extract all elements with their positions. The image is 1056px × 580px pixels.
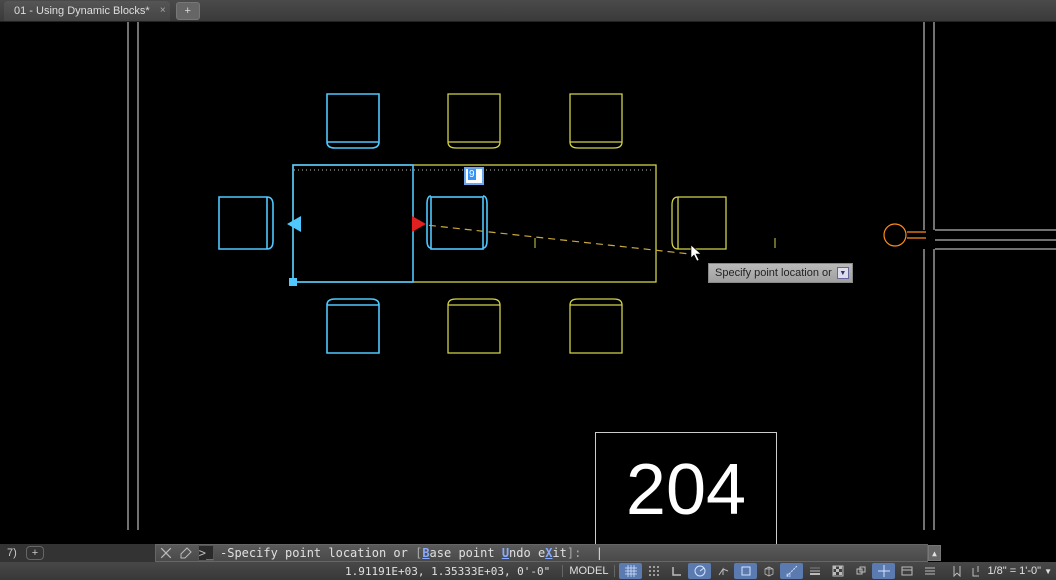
annotation-visibility-icon[interactable] xyxy=(968,565,984,577)
annotation-scale-value[interactable]: 1/8" = 1'-0" xyxy=(987,565,1041,577)
transparency-toggle-icon[interactable] xyxy=(826,563,849,579)
annotation-scale-icon[interactable] xyxy=(949,565,965,577)
scroll-up-icon[interactable]: ▴ xyxy=(928,545,941,561)
customize-icon[interactable] xyxy=(178,545,194,561)
close-panel-icon[interactable] xyxy=(158,545,174,561)
room-number-label: 204 xyxy=(595,432,777,547)
quick-properties-icon[interactable] xyxy=(895,563,918,579)
polar-toggle-icon[interactable] xyxy=(688,563,711,579)
snap-toggle-icon[interactable] xyxy=(642,563,665,579)
command-prompt-icon: >_ xyxy=(198,545,214,561)
model-space-button[interactable]: MODEL xyxy=(562,565,615,577)
3dosnap-toggle-icon[interactable] xyxy=(757,563,780,579)
layout-tab-7[interactable]: 7) xyxy=(4,547,20,559)
close-icon[interactable]: × xyxy=(160,5,166,16)
tab-bar: 01 - Using Dynamic Blocks* × + xyxy=(0,0,1056,22)
coordinate-readout: 1.91191E+03, 1.35333E+03, 0'-0" xyxy=(345,565,550,578)
document-tab[interactable]: 01 - Using Dynamic Blocks* × xyxy=(4,1,170,21)
customize-status-icon[interactable] xyxy=(918,563,941,579)
status-toggle-group xyxy=(619,563,941,579)
dynamic-input-toggle-icon[interactable] xyxy=(872,563,895,579)
tab-label: 01 - Using Dynamic Blocks* xyxy=(14,5,150,17)
add-layout-button[interactable]: + xyxy=(26,546,44,560)
dynamic-input[interactable]: 9 xyxy=(466,169,482,183)
status-right-group: 1/8" = 1'-0" ▼ xyxy=(949,565,1052,577)
command-line[interactable]: >_ -Specify point location or [Base poin… xyxy=(155,544,928,562)
command-text: -Specify point location or [Base point U… xyxy=(220,546,603,560)
drawing-canvas[interactable]: 9 Specify point location or ▼ 204 xyxy=(0,22,1056,530)
tooltip-text: Specify point location or xyxy=(715,267,832,279)
dropdown-icon[interactable]: ▼ xyxy=(1044,567,1052,576)
osnap-toggle-icon[interactable] xyxy=(734,563,757,579)
lineweight-toggle-icon[interactable] xyxy=(803,563,826,579)
ortho-toggle-icon[interactable] xyxy=(665,563,688,579)
isodraft-toggle-icon[interactable] xyxy=(711,563,734,579)
cursor-icon xyxy=(690,244,704,262)
status-bar: 1.91191E+03, 1.35333E+03, 0'-0" MODEL 1/… xyxy=(0,562,1056,580)
add-tab-button[interactable]: + xyxy=(176,2,200,20)
dropdown-icon[interactable]: ▼ xyxy=(837,267,849,279)
drawing-svg xyxy=(0,22,1056,530)
otrack-toggle-icon[interactable] xyxy=(780,563,803,579)
grid-toggle-icon[interactable] xyxy=(619,563,642,579)
selection-cycling-icon[interactable] xyxy=(849,563,872,579)
layout-tabs: 7) + xyxy=(0,544,155,562)
command-tooltip: Specify point location or ▼ xyxy=(708,263,853,283)
